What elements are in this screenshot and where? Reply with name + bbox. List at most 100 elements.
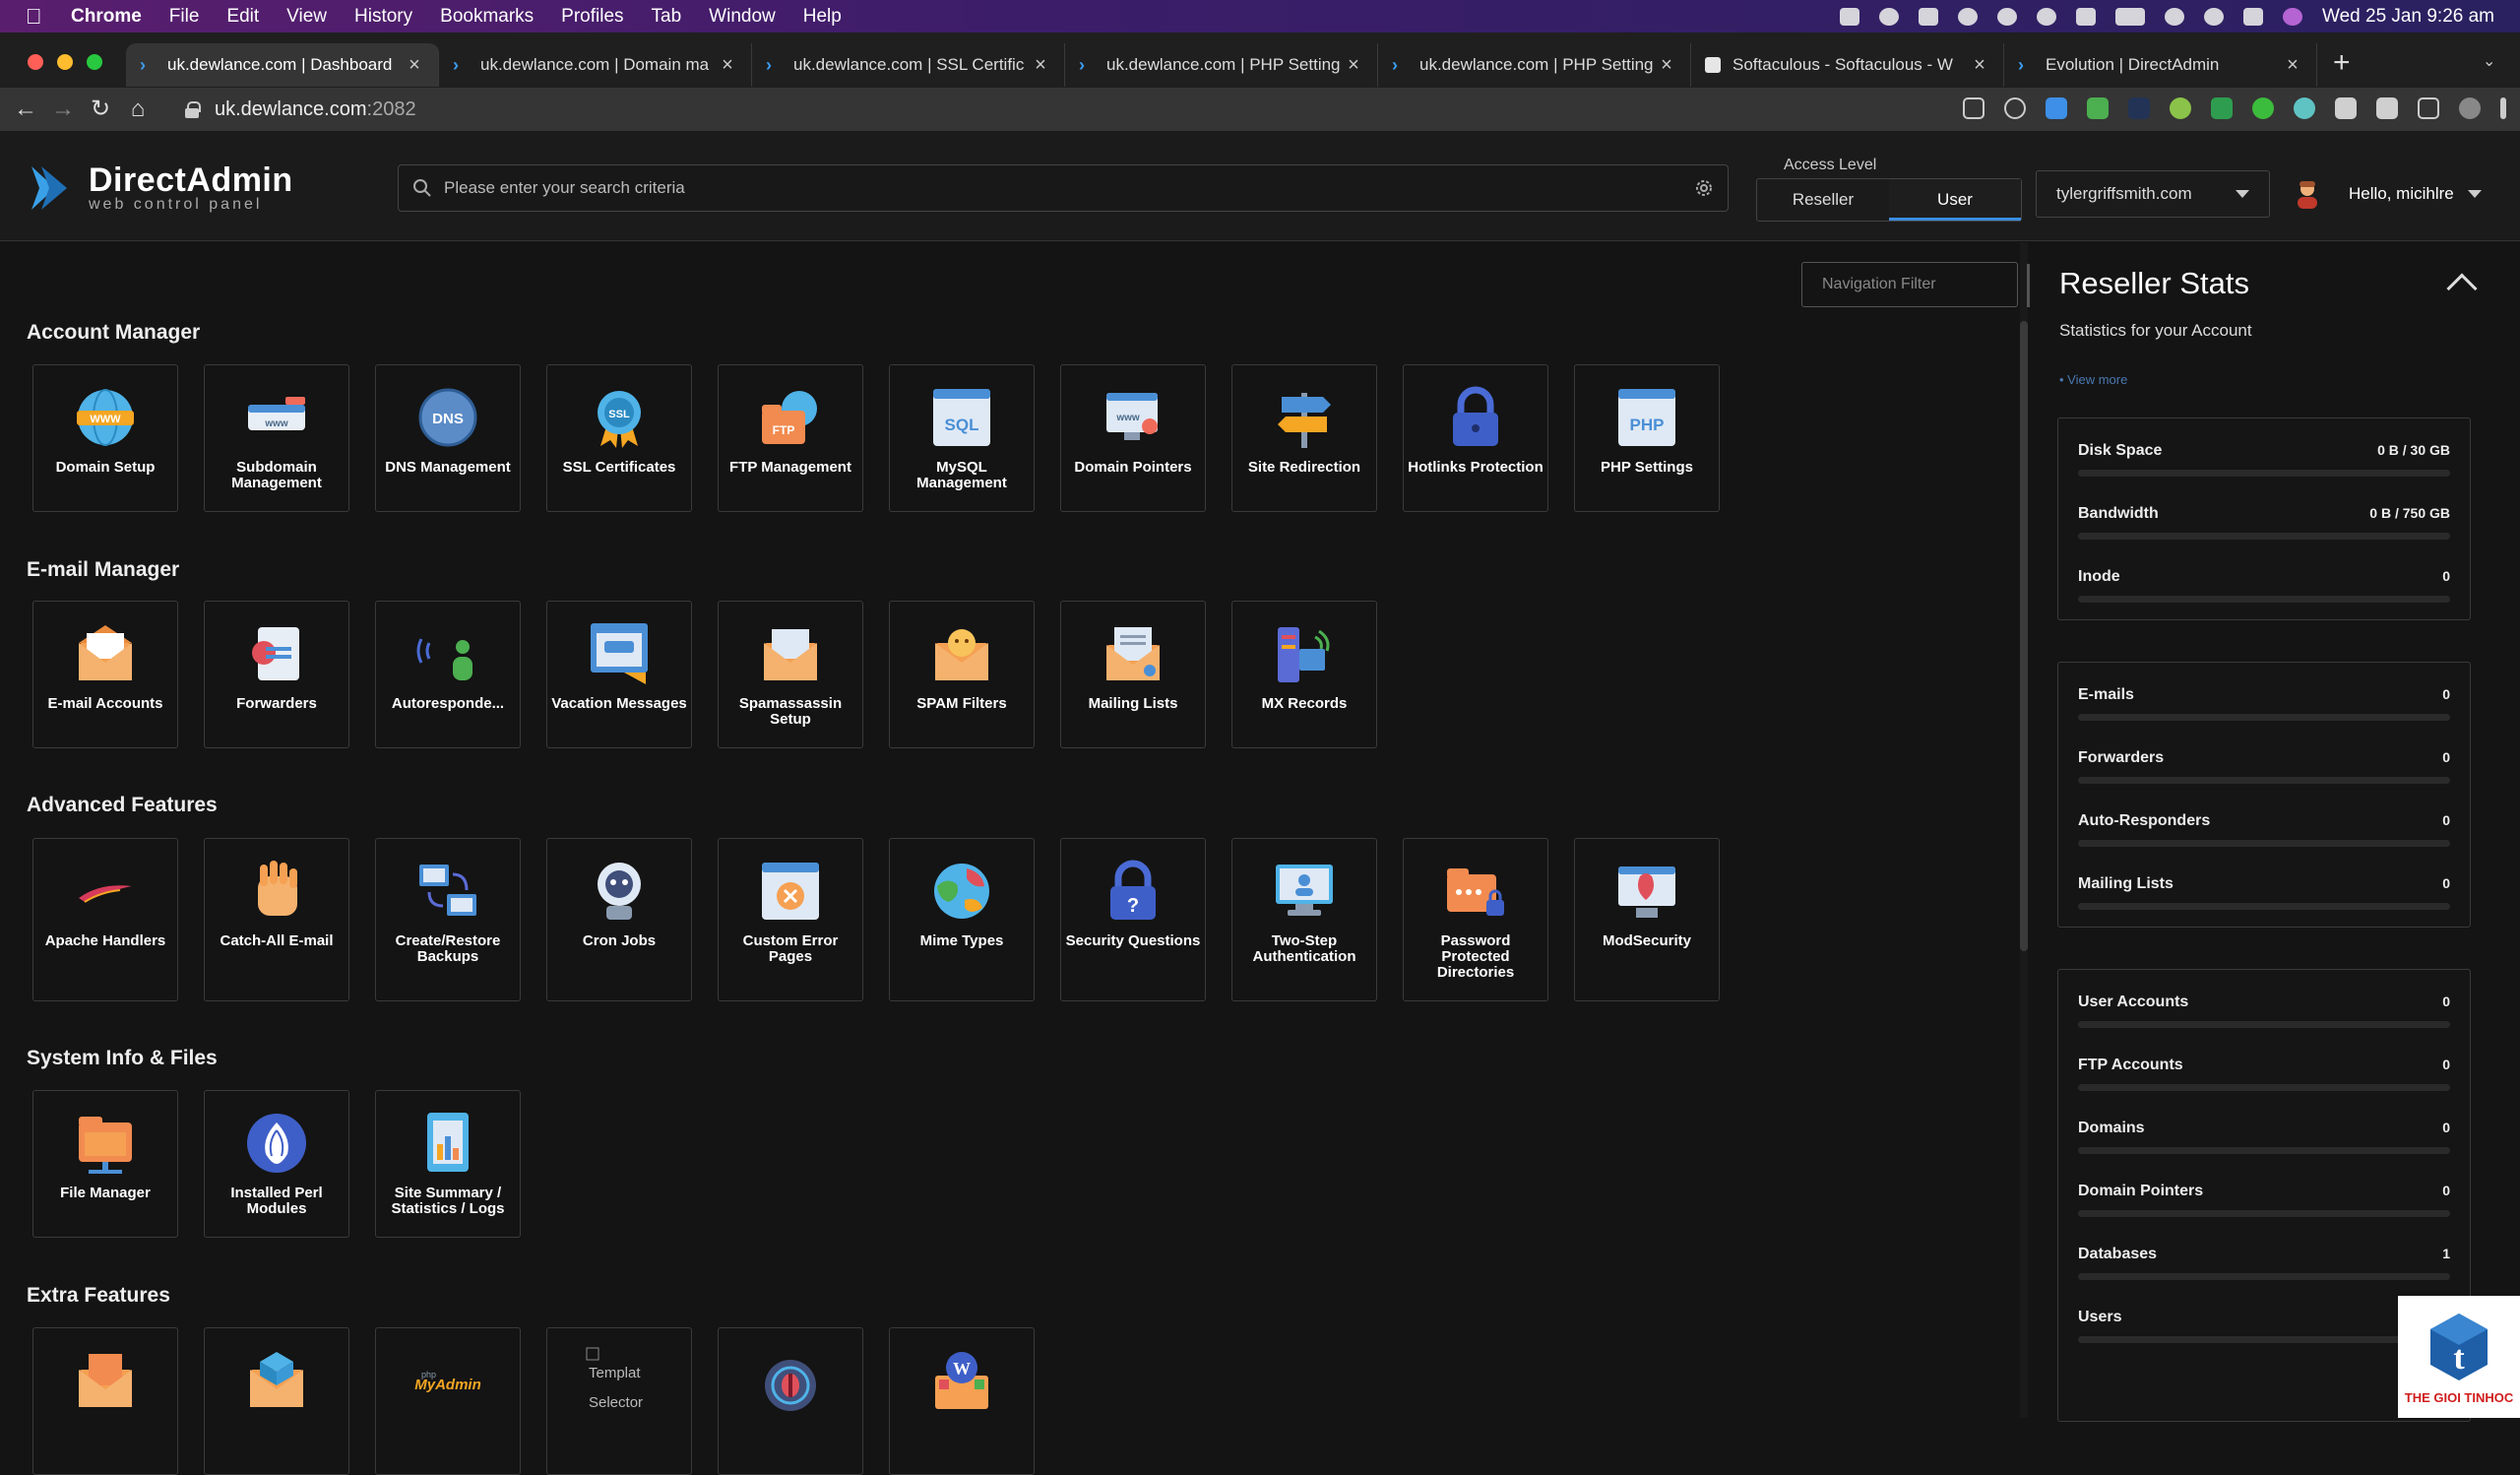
home-icon[interactable]: ⌂ [126, 97, 150, 121]
tab-softaculous[interactable]: Softaculous - Softaculous - W × [1691, 43, 2004, 87]
menu-view[interactable]: View [286, 6, 327, 28]
tile-installed-perl-modules[interactable]: Installed Perl Modules [204, 1090, 349, 1238]
grammar-extension-icon[interactable] [2170, 97, 2191, 119]
shield-extension-icon[interactable] [2252, 97, 2274, 119]
close-tab-icon[interactable]: × [1657, 54, 1676, 77]
url-bar[interactable]: uk.dewlance.com:2082 [185, 92, 1986, 127]
menu-edit[interactable]: Edit [226, 6, 259, 28]
tile-phpmyadmin[interactable]: php MyAdmin [375, 1327, 521, 1475]
tile-mx-records[interactable]: MX Records [1231, 601, 1377, 748]
close-tab-icon[interactable]: × [1031, 54, 1050, 77]
control-center-icon[interactable] [2243, 7, 2264, 26]
sidepanel-icon[interactable] [2418, 97, 2439, 119]
collapse-chevron-icon[interactable] [2446, 273, 2478, 304]
reload-icon[interactable]: ↻ [89, 97, 112, 121]
dropbox-icon[interactable] [1840, 7, 1860, 26]
tile-custom-error-pages[interactable]: Custom Error Pages [718, 838, 863, 1001]
tile-site-redirection[interactable]: Site Redirection [1231, 364, 1377, 512]
tile-vacation-messages[interactable]: Vacation Messages [546, 601, 692, 748]
menu-app-name[interactable]: Chrome [71, 6, 142, 28]
tile-modsecurity[interactable]: ModSecurity [1574, 838, 1720, 1001]
tab-domain-management[interactable]: › uk.dewlance.com | Domain ma × [439, 43, 752, 87]
lock-icon[interactable] [185, 101, 201, 118]
user-status-icon[interactable] [1997, 7, 2018, 26]
tab-php-settings-2[interactable]: › uk.dewlance.com | PHP Setting × [1378, 43, 1691, 87]
tab-search-chevron-icon[interactable]: ⌄ [2483, 51, 2495, 71]
tile-php-settings[interactable]: PHP PHP Settings [1574, 364, 1720, 512]
navigation-filter-input[interactable]: Navigation Filter [1801, 262, 2018, 307]
dark-extension-icon[interactable] [2128, 97, 2150, 119]
tile-catch-all-email[interactable]: Catch-All E-mail [204, 838, 349, 1001]
tile-dns-management[interactable]: DNS DNS Management [375, 364, 521, 512]
content-scrollbar-thumb[interactable] [2020, 321, 2028, 951]
tile-forwarders[interactable]: Forwarders [204, 601, 349, 748]
wifi-icon[interactable] [2165, 7, 2185, 26]
tile-ftp-management[interactable]: FTP FTP Management [718, 364, 863, 512]
tile-extra-mail[interactable] [32, 1327, 178, 1475]
close-tab-icon[interactable]: × [2283, 54, 2302, 77]
menu-window[interactable]: Window [709, 6, 776, 28]
status-circle-icon[interactable] [1879, 7, 1900, 26]
skype-icon[interactable] [2076, 7, 2097, 26]
menu-tab[interactable]: Tab [652, 6, 682, 28]
tile-mime-types[interactable]: Mime Types [889, 838, 1035, 1001]
tile-security-questions[interactable]: ? Security Questions [1060, 838, 1206, 1001]
battery-icon[interactable] [2115, 7, 2146, 26]
close-tab-icon[interactable]: × [1344, 54, 1363, 77]
menu-bookmarks[interactable]: Bookmarks [440, 6, 534, 28]
tile-ssl-certificates[interactable]: SSL SSL Certificates [546, 364, 692, 512]
user-menu[interactable]: Hello, micihlre [2294, 174, 2482, 214]
tile-cron-jobs[interactable]: Cron Jobs [546, 838, 692, 1001]
tile-subdomain-management[interactable]: www Subdomain Management [204, 364, 349, 512]
tile-autoresponders[interactable]: Autoresponde... [375, 601, 521, 748]
back-icon[interactable]: ← [14, 97, 37, 121]
spotlight-icon[interactable] [2204, 7, 2225, 26]
tile-wordpress[interactable]: W [889, 1327, 1035, 1475]
tab-dashboard[interactable]: › uk.dewlance.com | Dashboard × [126, 43, 439, 87]
access-reseller-button[interactable]: Reseller [1757, 179, 1889, 221]
bookmark-star-icon[interactable] [2004, 97, 2026, 119]
apple-icon[interactable]:  [26, 5, 45, 28]
vpn-extension-icon[interactable] [2294, 97, 2315, 119]
access-user-button[interactable]: User [1889, 179, 2021, 221]
close-tab-icon[interactable]: × [405, 54, 424, 77]
tile-file-manager[interactable]: File Manager [32, 1090, 178, 1238]
tile-site-summary[interactable]: Site Summary / Statistics / Logs [375, 1090, 521, 1238]
siri-icon[interactable] [2283, 7, 2303, 26]
reading-list-icon[interactable] [2376, 97, 2398, 119]
tile-extra-box[interactable] [204, 1327, 349, 1475]
tile-spam-filters[interactable]: SPAM Filters [889, 601, 1035, 748]
download-extension-icon[interactable] [2046, 97, 2067, 119]
tile-domain-pointers[interactable]: www Domain Pointers [1060, 364, 1206, 512]
profile-avatar-icon[interactable] [2459, 97, 2481, 119]
close-tab-icon[interactable]: × [718, 54, 737, 77]
tab-ssl-certificates[interactable]: › uk.dewlance.com | SSL Certific × [752, 43, 1065, 87]
view-more-link[interactable]: • View more [2059, 372, 2127, 387]
menu-help[interactable]: Help [803, 6, 842, 28]
menu-profiles[interactable]: Profiles [561, 6, 623, 28]
tile-mailing-lists[interactable]: Mailing Lists [1060, 601, 1206, 748]
search-input[interactable]: Please enter your search criteria [398, 164, 1729, 212]
close-window-button[interactable] [28, 54, 43, 70]
tile-create-restore-backups[interactable]: Create/Restore Backups [375, 838, 521, 1001]
puzzle-icon[interactable] [2335, 97, 2357, 119]
tab-php-settings[interactable]: › uk.dewlance.com | PHP Setting × [1065, 43, 1378, 87]
share-icon[interactable] [1963, 97, 1984, 119]
tile-two-step-authentication[interactable]: Two-Step Authentication [1231, 838, 1377, 1001]
tile-hotlinks-protection[interactable]: Hotlinks Protection [1403, 364, 1548, 512]
tile-template-selector[interactable]: Templat Selector [546, 1327, 692, 1475]
menu-file[interactable]: File [169, 6, 200, 28]
domain-select[interactable]: tylergriffsmith.com [2036, 170, 2270, 218]
tile-spamassassin-setup[interactable]: Spamassassin Setup [718, 601, 863, 748]
grid-icon[interactable] [1919, 7, 1939, 26]
gear-icon[interactable] [1694, 178, 1714, 198]
tile-email-accounts[interactable]: E-mail Accounts [32, 601, 178, 748]
play-icon[interactable] [1958, 7, 1979, 26]
close-tab-icon[interactable]: × [1970, 54, 1989, 77]
tile-apache-handlers[interactable]: Apache Handlers [32, 838, 178, 1001]
directadmin-logo[interactable]: DirectAdmin web control panel [26, 160, 293, 216]
clock[interactable]: Wed 25 Jan 9:26 am [2322, 6, 2494, 28]
zoom-window-button[interactable] [87, 54, 102, 70]
sync-icon[interactable] [2037, 7, 2057, 26]
tile-mysql-management[interactable]: SQL MySQL Management [889, 364, 1035, 512]
